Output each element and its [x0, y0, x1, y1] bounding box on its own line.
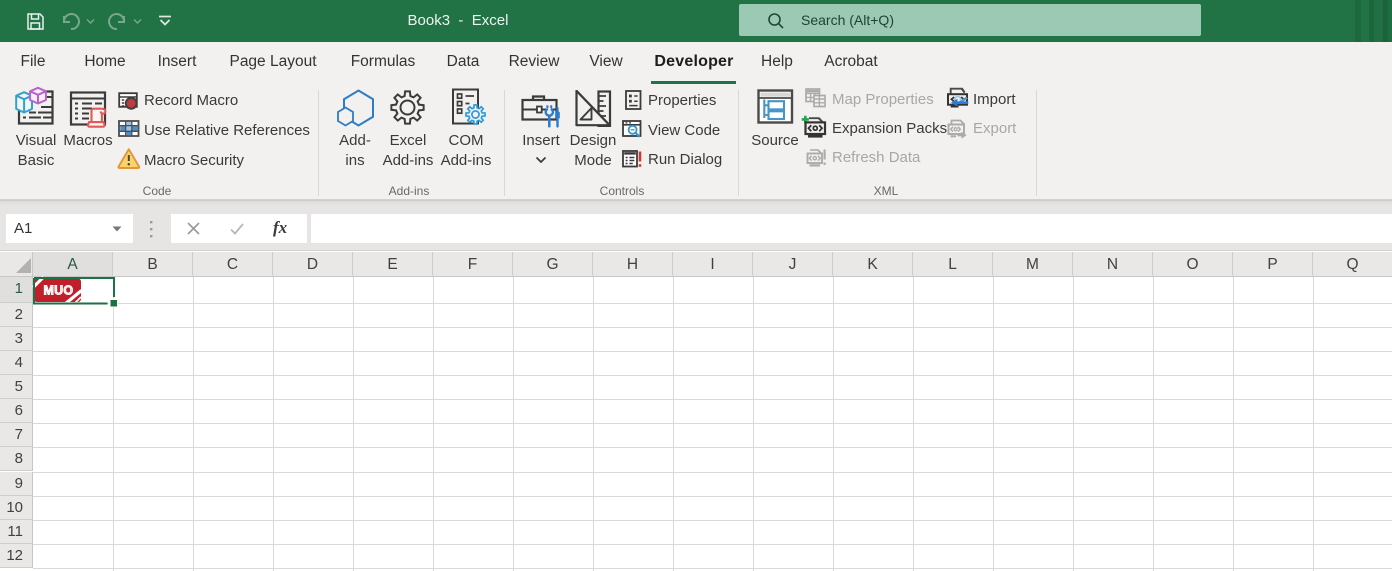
svg-text:MUO: MUO: [44, 284, 74, 298]
